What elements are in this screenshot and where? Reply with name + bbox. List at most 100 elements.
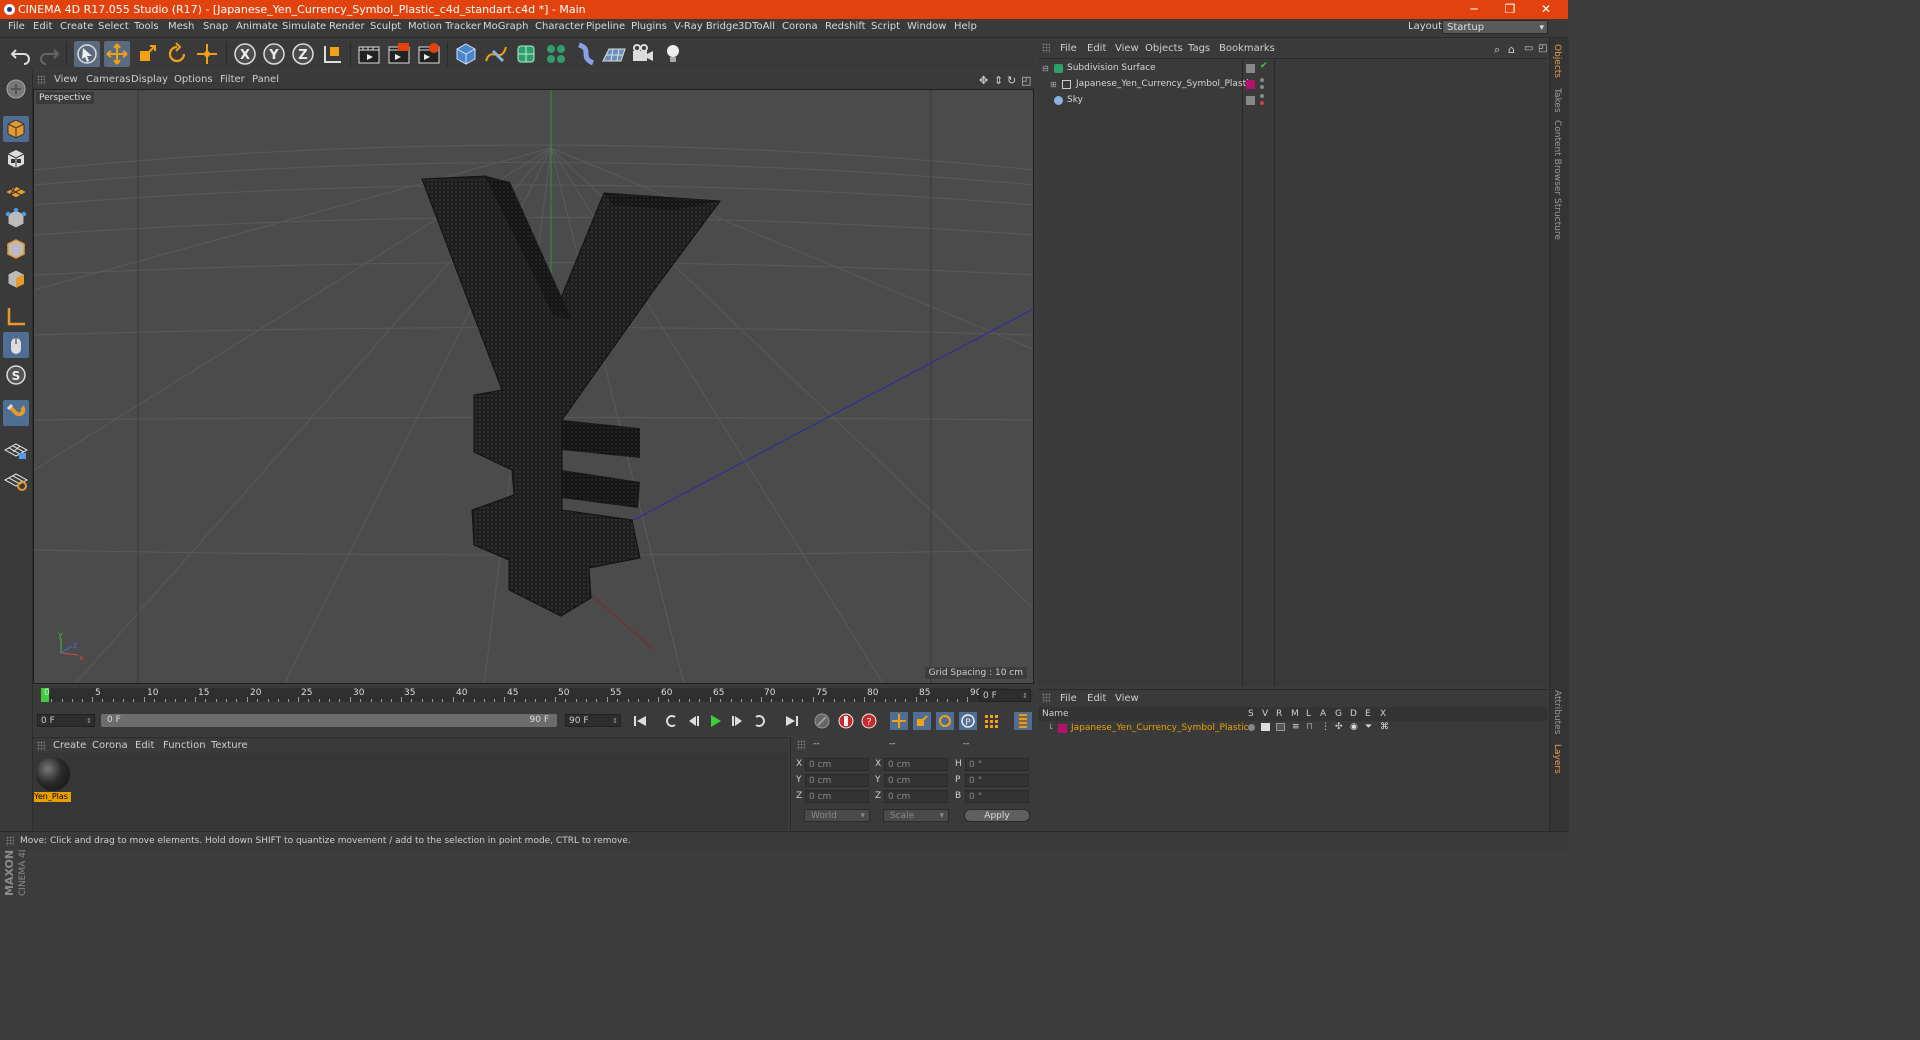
key-scale-icon[interactable] bbox=[912, 711, 932, 731]
object-menu-file[interactable]: File bbox=[1060, 43, 1077, 54]
visibility-dot-render[interactable] bbox=[1260, 85, 1264, 89]
light-icon[interactable] bbox=[660, 41, 686, 67]
end-frame-field[interactable]: 90 F bbox=[565, 714, 621, 728]
deformer-icon[interactable] bbox=[573, 41, 599, 67]
layer-col-name[interactable]: Name bbox=[1042, 709, 1069, 719]
menu-edit[interactable]: Edit bbox=[33, 21, 52, 32]
play-forward-icon[interactable] bbox=[705, 711, 725, 731]
menu-sculpt[interactable]: Sculpt bbox=[370, 21, 401, 32]
record-active-icon[interactable] bbox=[812, 711, 832, 731]
viewport-rotate-icon[interactable]: ↻ bbox=[1007, 74, 1016, 87]
visibility-dot-editor[interactable] bbox=[1260, 94, 1264, 98]
z-axis-icon[interactable]: Z bbox=[290, 41, 316, 67]
model-mode-icon[interactable] bbox=[3, 116, 29, 142]
restore-button[interactable]: ❐ bbox=[1492, 1, 1528, 18]
size-x-field[interactable]: 0 cm bbox=[884, 758, 948, 771]
scale-icon[interactable] bbox=[134, 41, 160, 67]
yen-symbol-mesh[interactable] bbox=[421, 175, 721, 617]
collapse-toggle-icon[interactable]: ⊟ bbox=[1042, 64, 1049, 73]
x-axis-icon[interactable]: X bbox=[232, 41, 258, 67]
object-home-icon[interactable]: ⌂ bbox=[1508, 43, 1515, 56]
layer-tag-icon[interactable] bbox=[1246, 96, 1255, 105]
keyframe-selection-icon[interactable]: ? bbox=[859, 711, 879, 731]
pos-y-field[interactable]: 0 cm bbox=[805, 774, 869, 787]
menu-mesh[interactable]: Mesh bbox=[168, 21, 194, 32]
edges-mode-icon[interactable] bbox=[3, 236, 29, 262]
layer-col-view[interactable]: V bbox=[1262, 709, 1268, 719]
size-y-field[interactable]: 0 cm bbox=[884, 774, 948, 787]
layer-render-icon[interactable] bbox=[1276, 723, 1285, 731]
viewport-menu-cameras[interactable]: Cameras bbox=[86, 74, 130, 85]
layer-manager-icon[interactable]: ≡ bbox=[1292, 722, 1300, 732]
render-picture-viewer-icon[interactable] bbox=[386, 41, 412, 67]
axis-mode-icon[interactable] bbox=[3, 304, 29, 330]
layer-view-icon[interactable] bbox=[1261, 723, 1270, 731]
start-frame-field[interactable]: 0 F bbox=[37, 714, 95, 728]
layer-solo-icon[interactable] bbox=[1248, 724, 1255, 731]
timeline-ruler[interactable]: 0 5 10 15 20 25 30 35 40 45 50 55 60 65 70 75 80 85 90 bbox=[41, 688, 1009, 702]
layer-col-xref[interactable]: X bbox=[1380, 709, 1386, 719]
next-frame-icon[interactable] bbox=[728, 711, 748, 731]
menu-pipeline[interactable]: Pipeline bbox=[586, 21, 625, 32]
layer-deformers-icon[interactable]: ◉ bbox=[1350, 722, 1358, 732]
menu-snap[interactable]: Snap bbox=[203, 21, 228, 32]
previous-key-icon[interactable] bbox=[660, 711, 680, 731]
menu-mograph[interactable]: MoGraph bbox=[483, 21, 528, 32]
object-name[interactable]: Subdivision Surface bbox=[1067, 63, 1156, 73]
menu-help[interactable]: Help bbox=[954, 21, 977, 32]
menu-select[interactable]: Select bbox=[98, 21, 129, 32]
close-button[interactable]: ✕ bbox=[1528, 1, 1564, 18]
current-frame-field[interactable]: 0 F bbox=[979, 689, 1031, 703]
tab-objects[interactable]: Objects bbox=[1552, 44, 1562, 78]
object-row[interactable]: ⊞ Japanese_Yen_Currency_Symbol_Plastic bbox=[1038, 77, 1548, 93]
object-row[interactable]: Sky bbox=[1038, 93, 1548, 109]
layer-generators-icon[interactable]: ✣ bbox=[1335, 722, 1343, 732]
object-search-icon[interactable]: ⌕ bbox=[1494, 43, 1500, 57]
spline-pen-icon[interactable] bbox=[483, 41, 509, 67]
texture-mode-icon[interactable] bbox=[3, 146, 29, 172]
y-axis-icon[interactable]: Y bbox=[261, 41, 287, 67]
pos-z-field[interactable]: 0 cm bbox=[805, 790, 869, 803]
rot-p-field[interactable]: 0 ° bbox=[965, 774, 1029, 787]
layer-menu-file[interactable]: File bbox=[1060, 693, 1077, 704]
rotate-icon[interactable] bbox=[164, 41, 190, 67]
frame-range-slider[interactable]: 0 F 90 F bbox=[101, 714, 557, 727]
snap-magnet-icon[interactable] bbox=[3, 400, 29, 426]
menu-create[interactable]: Create bbox=[60, 21, 93, 32]
object-new-view-icon[interactable]: ▭ bbox=[1524, 43, 1533, 54]
object-name[interactable]: Japanese_Yen_Currency_Symbol_Plastic bbox=[1076, 79, 1254, 89]
object-menu-edit[interactable]: Edit bbox=[1087, 43, 1106, 54]
material-menu-edit[interactable]: Edit bbox=[135, 740, 154, 751]
material-menu-texture[interactable]: Texture bbox=[211, 740, 248, 751]
viewport-move-icon[interactable]: ✥ bbox=[979, 74, 988, 87]
viewport-menu-panel[interactable]: Panel bbox=[252, 74, 279, 85]
material-menu-function[interactable]: Function bbox=[163, 740, 206, 751]
menu-file[interactable]: File bbox=[8, 21, 25, 32]
go-to-start-icon[interactable] bbox=[630, 711, 650, 731]
autokey-icon[interactable] bbox=[836, 711, 856, 731]
layer-xref-icon[interactable]: ⌘ bbox=[1380, 722, 1389, 732]
render-view-icon[interactable] bbox=[356, 41, 382, 67]
layer-lock-icon[interactable]: ⊓ bbox=[1306, 722, 1313, 732]
viewport-menu-display[interactable]: Display bbox=[131, 74, 168, 85]
minimize-button[interactable]: ─ bbox=[1456, 1, 1492, 18]
floor-icon[interactable] bbox=[601, 41, 627, 67]
layer-col-animation[interactable]: A bbox=[1320, 709, 1326, 719]
menu-tools[interactable]: Tools bbox=[134, 21, 159, 32]
layer-col-solo[interactable]: S bbox=[1248, 709, 1254, 719]
viewport-zoom-icon[interactable]: ⇕ bbox=[994, 74, 1003, 87]
layer-color-swatch[interactable] bbox=[1246, 80, 1255, 89]
enabled-check-icon[interactable]: ✔ bbox=[1260, 61, 1268, 71]
coordinate-space-dropdown[interactable]: World bbox=[804, 809, 870, 822]
layout-dropdown[interactable]: Startup bbox=[1442, 20, 1548, 35]
object-row[interactable]: ⊟ Subdivision Surface ✔ bbox=[1038, 61, 1548, 77]
go-to-end-icon[interactable] bbox=[782, 711, 802, 731]
redo-icon[interactable] bbox=[36, 41, 62, 67]
visibility-dot-editor[interactable] bbox=[1260, 78, 1264, 82]
visibility-dot-render[interactable] bbox=[1260, 101, 1264, 105]
camera-icon[interactable] bbox=[630, 41, 656, 67]
menu-motion-tracker[interactable]: Motion Tracker bbox=[408, 21, 481, 32]
layer-col-deformers[interactable]: D bbox=[1350, 709, 1357, 719]
menu-plugins[interactable]: Plugins bbox=[631, 21, 667, 32]
menu-redshift[interactable]: Redshift bbox=[825, 21, 866, 32]
